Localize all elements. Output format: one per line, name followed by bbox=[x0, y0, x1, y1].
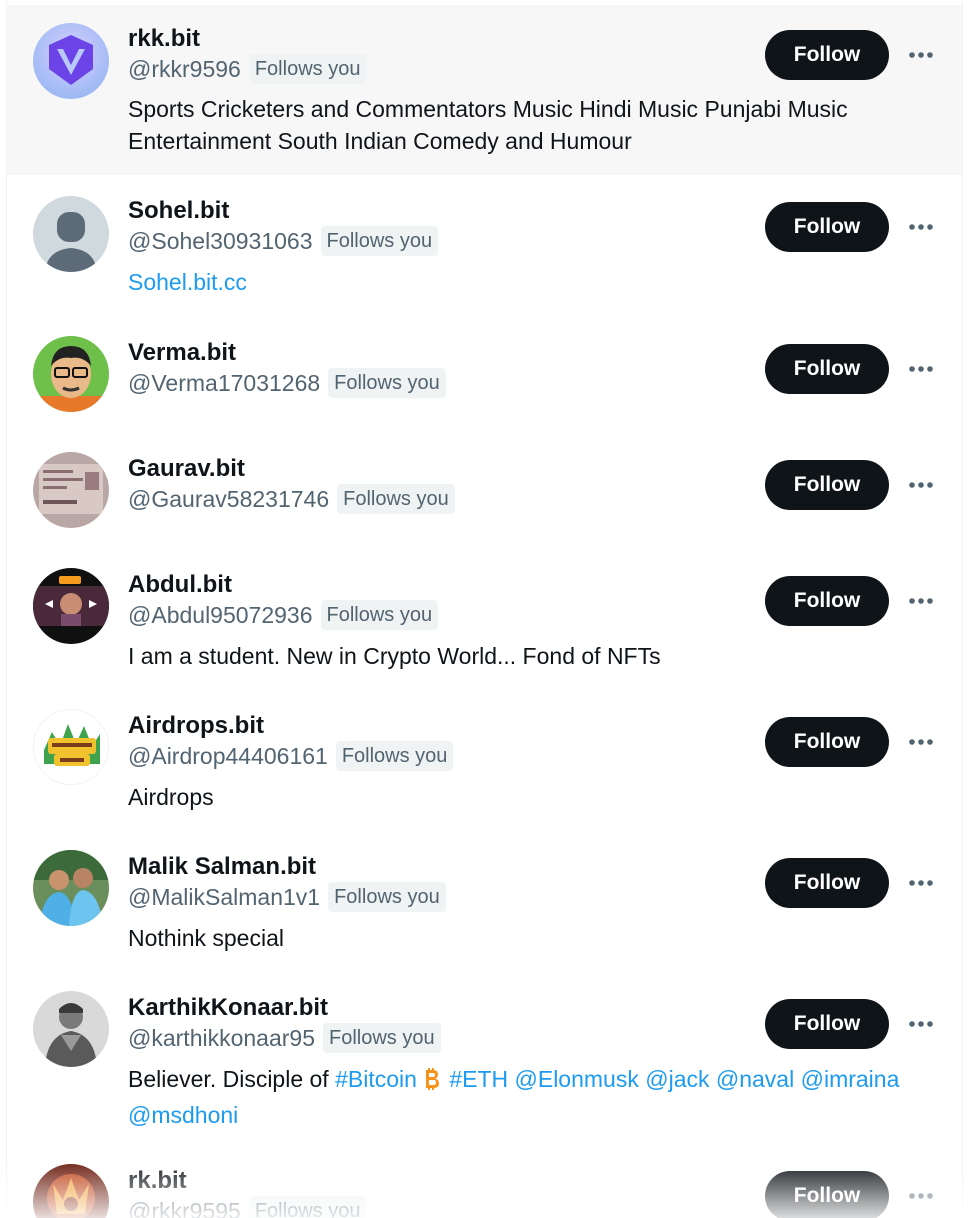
user-row-rk[interactable]: rk.bit @rkkr9595 Follows you Follow bbox=[7, 1145, 962, 1218]
display-name[interactable]: rkk.bit bbox=[128, 25, 200, 53]
handle-line: @Airdrop44406161 Follows you bbox=[128, 741, 454, 771]
avatar[interactable] bbox=[33, 23, 109, 99]
display-name[interactable]: Verma.bit bbox=[128, 339, 236, 367]
bio: I am a student. New in Crypto World... F… bbox=[128, 643, 661, 669]
user-row-sohel[interactable]: Sohel.bit @Sohel30931063 Follows you Soh… bbox=[7, 175, 962, 317]
handle[interactable]: @Gaurav58231746 bbox=[128, 484, 329, 514]
display-name[interactable]: Malik Salman.bit bbox=[128, 853, 316, 881]
avatar[interactable] bbox=[33, 336, 109, 412]
display-name[interactable]: Airdrops.bit bbox=[128, 712, 264, 740]
more-options-icon[interactable] bbox=[903, 865, 939, 901]
follows-you-badge: Follows you bbox=[320, 226, 439, 256]
handle-line: @Abdul95072936 Follows you bbox=[128, 600, 439, 630]
hashtag-link[interactable]: #Bitcoin bbox=[335, 1066, 417, 1092]
follow-button[interactable]: Follow bbox=[765, 344, 889, 394]
display-name[interactable]: Sohel.bit bbox=[128, 197, 229, 225]
follow-button[interactable]: Follow bbox=[765, 460, 889, 510]
handle[interactable]: @rkkr9595 bbox=[128, 1196, 241, 1218]
follows-you-badge: Follows you bbox=[328, 368, 446, 398]
handle-line: @Verma17031268 Follows you bbox=[128, 368, 446, 398]
bio: Nothink special bbox=[128, 925, 284, 951]
bio: Sports Cricketers and Commentators Music… bbox=[128, 96, 848, 154]
handle[interactable]: @rkkr9596 bbox=[128, 54, 241, 84]
avatar[interactable] bbox=[33, 568, 109, 644]
who-to-follow-list: rkk.bit @rkkr9596 Follows you Sports Cri… bbox=[6, 0, 963, 1218]
follow-button[interactable]: Follow bbox=[765, 576, 889, 626]
user-row-gaurav[interactable]: Gaurav.bit @Gaurav58231746 Follows you F… bbox=[7, 433, 962, 549]
follow-button[interactable]: Follow bbox=[765, 717, 889, 767]
mention-link[interactable]: @Elonmusk bbox=[515, 1066, 639, 1092]
more-options-icon[interactable] bbox=[903, 1178, 939, 1214]
user-row-verma[interactable]: Verma.bit @Verma17031268 Follows you Fol… bbox=[7, 317, 962, 433]
follows-you-badge: Follows you bbox=[335, 741, 454, 771]
handle[interactable]: @MalikSalman1v1 bbox=[128, 882, 320, 912]
follows-you-badge: Follows you bbox=[248, 54, 367, 84]
more-options-icon[interactable] bbox=[903, 209, 939, 245]
display-name[interactable]: Gaurav.bit bbox=[128, 455, 245, 483]
follows-you-badge: Follows you bbox=[328, 882, 446, 912]
mention-link[interactable]: @jack bbox=[645, 1066, 709, 1092]
more-options-icon[interactable] bbox=[903, 724, 939, 760]
bio-text: Believer. Disciple of bbox=[128, 1066, 336, 1092]
user-row-karthikkonaar[interactable]: KarthikKonaar.bit @karthikkonaar95 Follo… bbox=[7, 972, 962, 1145]
bio: Sohel.bit.cc bbox=[128, 266, 938, 298]
handle[interactable]: @Sohel30931063 bbox=[128, 226, 313, 256]
avatar[interactable] bbox=[33, 1164, 109, 1218]
more-options-icon[interactable] bbox=[903, 37, 939, 73]
more-options-icon[interactable] bbox=[903, 351, 939, 387]
handle-line: @Gaurav58231746 Follows you bbox=[128, 484, 455, 514]
handle-line: @rkkr9595 Follows you bbox=[128, 1196, 367, 1218]
follow-button[interactable]: Follow bbox=[765, 202, 889, 252]
user-row-malik-salman[interactable]: Malik Salman.bit @MalikSalman1v1 Follows… bbox=[7, 831, 962, 972]
handle[interactable]: @Verma17031268 bbox=[128, 368, 320, 398]
display-name[interactable]: rk.bit bbox=[128, 1167, 187, 1195]
follow-button[interactable]: Follow bbox=[765, 1171, 889, 1218]
display-name[interactable]: Abdul.bit bbox=[128, 571, 232, 599]
avatar[interactable] bbox=[33, 709, 109, 785]
follow-button[interactable]: Follow bbox=[765, 999, 889, 1049]
follows-you-badge: Follows you bbox=[320, 600, 439, 630]
display-name[interactable]: KarthikKonaar.bit bbox=[128, 994, 328, 1022]
user-row-rkk[interactable]: rkk.bit @rkkr9596 Follows you Sports Cri… bbox=[7, 5, 962, 175]
bio: Airdrops bbox=[128, 784, 214, 810]
follows-you-badge: Follows you bbox=[337, 484, 455, 514]
user-row-airdrops[interactable]: Airdrops.bit @Airdrop44406161 Follows yo… bbox=[7, 690, 962, 831]
follows-you-badge: Follows you bbox=[323, 1023, 441, 1053]
bio: Believer. Disciple of #Bitcoin #ETH @Elo… bbox=[128, 1063, 938, 1131]
more-options-icon[interactable] bbox=[903, 467, 939, 503]
mention-link[interactable]: @msdhoni bbox=[128, 1102, 238, 1128]
handle-line: @rkkr9596 Follows you bbox=[128, 54, 367, 84]
mention-link[interactable]: @imraina bbox=[801, 1066, 900, 1092]
handle-line: @Sohel30931063 Follows you bbox=[128, 226, 439, 256]
follow-button[interactable]: Follow bbox=[765, 858, 889, 908]
user-row-abdul[interactable]: Abdul.bit @Abdul95072936 Follows you I a… bbox=[7, 549, 962, 690]
mention-link[interactable]: @naval bbox=[716, 1066, 794, 1092]
avatar[interactable] bbox=[33, 991, 109, 1067]
handle[interactable]: @Abdul95072936 bbox=[128, 600, 313, 630]
avatar[interactable] bbox=[33, 452, 109, 528]
handle[interactable]: @karthikkonaar95 bbox=[128, 1023, 315, 1053]
follows-you-badge: Follows you bbox=[248, 1196, 367, 1218]
handle[interactable]: @Airdrop44406161 bbox=[128, 741, 328, 771]
avatar[interactable] bbox=[33, 196, 109, 272]
follow-button[interactable]: Follow bbox=[765, 30, 889, 80]
handle-line: @MalikSalman1v1 Follows you bbox=[128, 882, 446, 912]
bio-link[interactable]: Sohel.bit.cc bbox=[128, 269, 247, 295]
more-options-icon[interactable] bbox=[903, 1006, 939, 1042]
handle-line: @karthikkonaar95 Follows you bbox=[128, 1023, 441, 1053]
avatar[interactable] bbox=[33, 850, 109, 926]
bitcoin-icon bbox=[419, 1067, 443, 1099]
more-options-icon[interactable] bbox=[903, 583, 939, 619]
hashtag-link[interactable]: #ETH bbox=[449, 1066, 508, 1092]
